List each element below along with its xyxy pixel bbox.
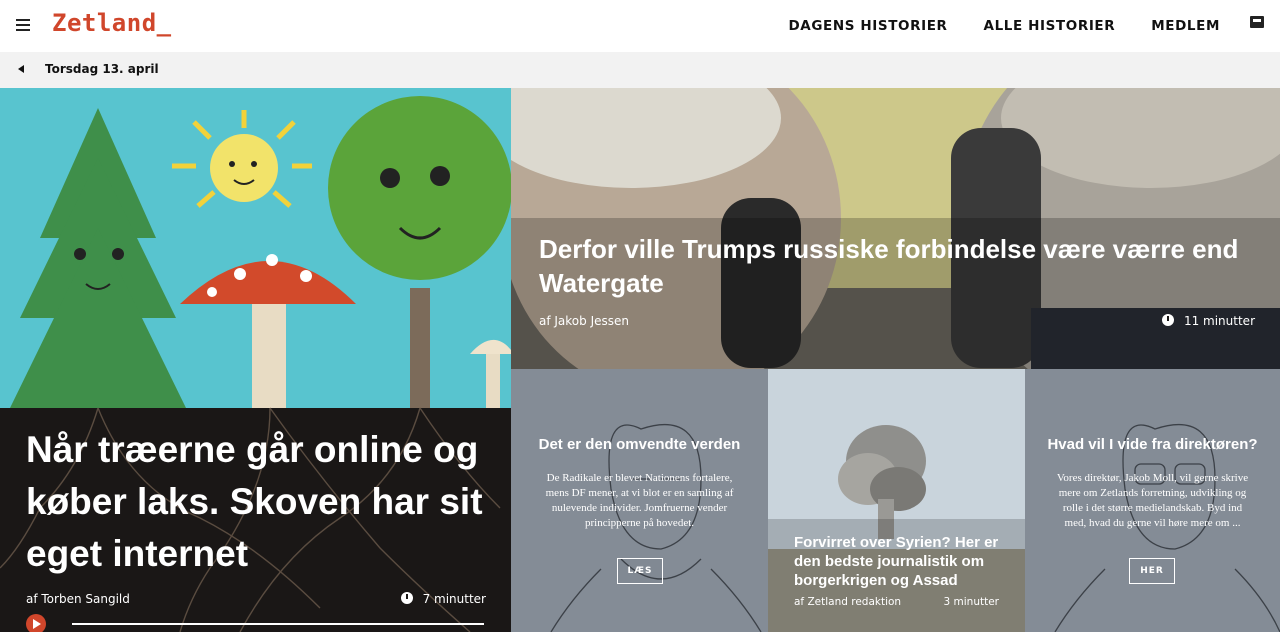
syria-photo	[768, 369, 1025, 632]
card-read-time: 3 minutter	[943, 596, 999, 608]
clock-icon	[400, 592, 413, 604]
nav-alle-historier[interactable]: ALLE HISTORIER	[984, 18, 1116, 34]
logo[interactable]: Zetland_	[52, 9, 172, 37]
card-title[interactable]: Forvirret over Syrien? Her er den bedste…	[794, 533, 1014, 590]
main-nav: DAGENS HISTORIER ALLE HISTORIER MEDLEM	[788, 0, 1220, 52]
here-button[interactable]: HER	[1129, 558, 1175, 584]
feature-read-time: 11 minutter	[1161, 314, 1255, 328]
hero-read-time: 7 minutter	[400, 592, 486, 606]
hero-read-time-label: 7 minutter	[422, 592, 486, 606]
hero-title[interactable]: Når træerne går online og køber laks. Sk…	[26, 424, 486, 580]
feature-author: af Jakob Jessen	[539, 314, 629, 328]
card-text: Vores direktør, Jakob Moll, vil gerne sk…	[1056, 472, 1249, 529]
feature-meta: af Jakob Jessen 11 minutter	[539, 314, 1255, 328]
nav-medlem[interactable]: MEDLEM	[1151, 18, 1220, 34]
card-meta: af Zetland redaktion 3 minutter	[794, 596, 999, 608]
menu-icon[interactable]	[16, 16, 38, 38]
read-button[interactable]: LÆS	[617, 558, 663, 584]
card-author: af Zetland redaktion	[794, 596, 902, 608]
audio-progress-bar[interactable]	[72, 623, 484, 625]
card-direktoeren[interactable]: Hvad vil I vide fra direktøren? Vores di…	[1025, 369, 1280, 632]
card-text: De Radikale er blevet Nationens fortaler…	[545, 472, 734, 529]
date-bar: Torsdag 13. april	[0, 52, 1280, 88]
hero-meta: af Torben Sangild 7 minutter	[26, 592, 486, 606]
top-navigation: Zetland_ DAGENS HISTORIER ALLE HISTORIER…	[0, 0, 1280, 52]
hero-author: af Torben Sangild	[26, 592, 130, 606]
back-arrow-icon[interactable]	[18, 65, 24, 73]
nav-dagens-historier[interactable]: DAGENS HISTORIER	[788, 18, 947, 34]
feature-read-time-label: 11 minutter	[1183, 314, 1255, 328]
card-syrien[interactable]: Forvirret over Syrien? Her er den bedste…	[768, 369, 1025, 632]
card-title[interactable]: Hvad vil I vide fra direktøren?	[1025, 436, 1280, 453]
feature-story[interactable]: Derfor ville Trumps russiske forbindelse…	[511, 88, 1280, 369]
inbox-icon[interactable]	[1250, 16, 1264, 28]
feature-title[interactable]: Derfor ville Trumps russiske forbindelse…	[539, 232, 1259, 300]
card-title[interactable]: Det er den omvendte verden	[511, 436, 768, 453]
hero-story[interactable]: Når træerne går online og køber laks. Sk…	[0, 88, 511, 632]
date-label: Torsdag 13. april	[45, 62, 159, 76]
card-omvendte-verden[interactable]: Det er den omvendte verden De Radikale e…	[511, 369, 768, 632]
clock-icon	[1161, 314, 1174, 326]
play-audio-button[interactable]	[26, 614, 46, 632]
